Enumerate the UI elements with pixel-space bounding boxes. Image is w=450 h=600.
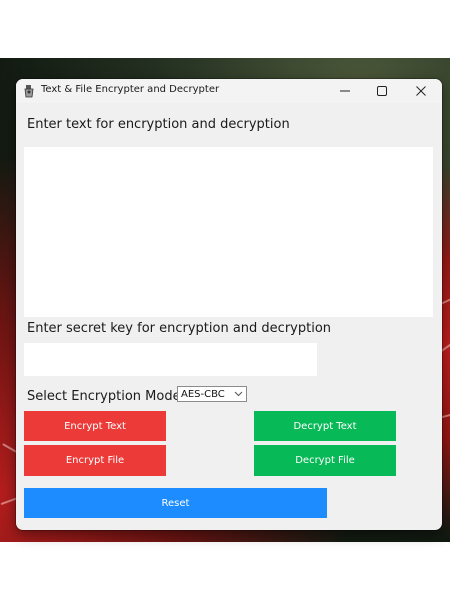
minimize-button[interactable] [326,79,364,103]
encryption-mode-select[interactable]: AES-CBC [177,386,247,402]
decrypt-text-button[interactable]: Decrypt Text [254,411,396,441]
maximize-icon [377,86,387,96]
encryption-mode-value: AES-CBC [181,388,225,400]
title-bar[interactable]: Text & File Encrypter and Decrypter [16,79,442,103]
chevron-down-icon [234,391,243,397]
text-input-area[interactable] [24,147,433,317]
encrypt-text-button[interactable]: Encrypt Text [24,411,166,441]
close-button[interactable] [402,79,440,103]
secret-key-input[interactable] [24,343,317,376]
app-window: Text & File Encrypter and Decrypter Ente… [16,79,442,530]
key-prompt-label: Enter secret key for encryption and decr… [27,321,332,336]
window-title: Text & File Encrypter and Decrypter [41,84,220,95]
mode-prompt-label: Select Encryption Mode: [27,389,185,404]
minimize-icon [340,90,350,92]
text-prompt-label: Enter text for encryption and decryption [27,117,290,132]
reset-button[interactable]: Reset [24,488,327,518]
decrypt-file-button[interactable]: Decrypt File [254,445,396,476]
close-icon [416,86,426,96]
encrypt-file-button[interactable]: Encrypt File [24,445,166,476]
maximize-button[interactable] [363,79,401,103]
app-icon [24,85,34,98]
